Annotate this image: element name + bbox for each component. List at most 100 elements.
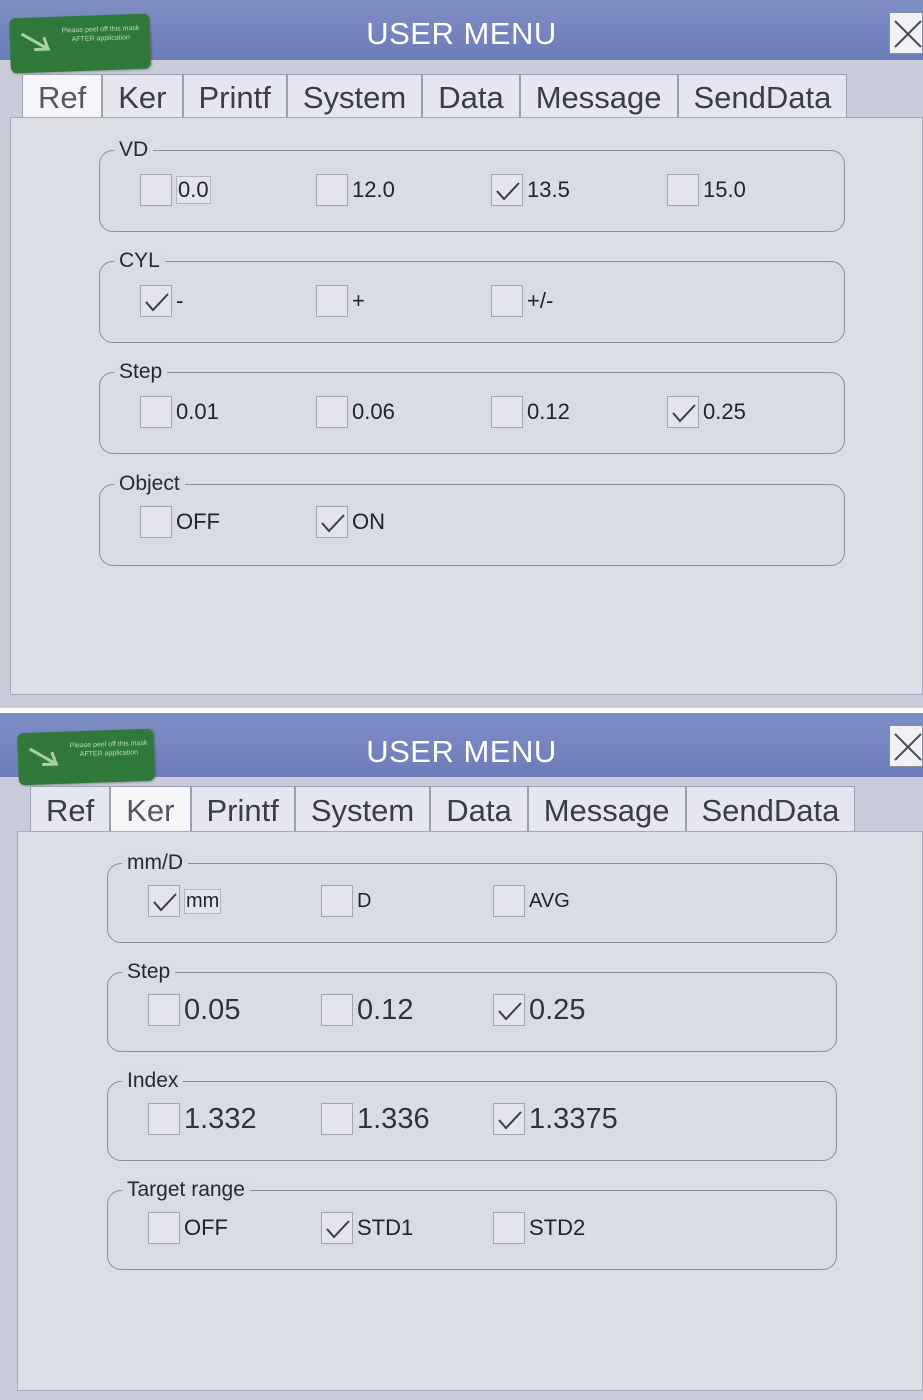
step-option-0-06[interactable]: 0.06 (316, 395, 395, 429)
option-label: AVG (529, 889, 570, 912)
mm-d-legend: mm/D (122, 851, 188, 875)
checkbox[interactable] (667, 174, 699, 206)
step-legend: Step (114, 360, 168, 384)
tab-message[interactable]: Message (519, 74, 678, 118)
object-option-off[interactable]: OFF (140, 505, 220, 539)
tab-senddata[interactable]: SendData (685, 786, 856, 832)
target-range-option-off[interactable]: OFF (148, 1211, 228, 1245)
vd-option-12-0[interactable]: 12.0 (316, 173, 395, 207)
tab-ker[interactable]: Ker (110, 786, 191, 832)
checkbox[interactable] (148, 1103, 180, 1135)
checkbox-checked[interactable] (493, 1103, 525, 1135)
checkbox[interactable] (140, 396, 172, 428)
target-range-option-std2[interactable]: STD2 (493, 1211, 585, 1245)
tab-bar: Ref Ker Printf System Data Message SendD… (30, 786, 856, 832)
ref-settings-panel: VD 0.0 12.0 13.5 15.0 CYL - + +/- Step 0… (10, 117, 923, 695)
option-label: OFF (176, 509, 220, 534)
user-menu-screen-ref: USER MENU Please peel off this mask AFTE… (0, 0, 923, 708)
object-option-on[interactable]: ON (316, 505, 385, 539)
step-group: Step 0.05 0.12 0.25 (107, 960, 837, 1052)
vd-option-13-5[interactable]: 13.5 (491, 173, 570, 207)
protective-film-sticker: Please peel off this mask AFTER applicat… (9, 13, 151, 74)
cyl-option-plus[interactable]: + (316, 284, 365, 318)
mm-d-group: mm/D mm D AVG (107, 851, 837, 943)
checkbox-checked[interactable] (491, 174, 523, 206)
mm-d-option-mm[interactable]: mm (148, 884, 222, 918)
vd-option-15-0[interactable]: 15.0 (667, 173, 746, 207)
option-label: 0.12 (357, 993, 414, 1026)
checkmark-icon (326, 1220, 350, 1239)
checkbox[interactable] (493, 1212, 525, 1244)
tab-message[interactable]: Message (527, 786, 686, 832)
option-label: 1.336 (357, 1102, 430, 1135)
mm-d-option-avg[interactable]: AVG (493, 884, 570, 918)
cyl-option-plus-minus[interactable]: +/- (491, 284, 553, 318)
index-option-1-3375[interactable]: 1.3375 (493, 1102, 618, 1136)
checkmark-icon (321, 514, 345, 533)
step-option-0-25[interactable]: 0.25 (667, 395, 746, 429)
checkbox[interactable] (491, 285, 523, 317)
tab-ref[interactable]: Ref (30, 786, 111, 832)
step-option-0-01[interactable]: 0.01 (140, 395, 219, 429)
option-label: - (176, 288, 184, 313)
tab-printf[interactable]: Printf (190, 786, 295, 832)
checkbox-checked[interactable] (667, 396, 699, 428)
checkbox[interactable] (321, 885, 353, 917)
close-button[interactable] (889, 12, 923, 54)
step-legend: Step (122, 960, 176, 984)
checkbox[interactable] (316, 285, 348, 317)
target-range-legend: Target range (122, 1178, 250, 1202)
checkbox[interactable] (321, 1103, 353, 1135)
checkbox-checked[interactable] (493, 994, 525, 1026)
checkbox-checked[interactable] (321, 1212, 353, 1244)
checkbox-checked[interactable] (148, 885, 180, 917)
close-button[interactable] (889, 725, 923, 767)
peel-arrow-icon (28, 747, 59, 767)
index-option-1-332[interactable]: 1.332 (148, 1102, 257, 1136)
option-label: 0.06 (352, 399, 395, 424)
checkbox[interactable] (148, 1212, 180, 1244)
option-label: STD1 (357, 1215, 414, 1240)
checkbox[interactable] (140, 174, 172, 206)
checkmark-icon (498, 1111, 522, 1130)
step-group: Step 0.01 0.06 0.12 0.25 (99, 360, 845, 454)
tab-data[interactable]: Data (430, 786, 528, 832)
checkbox[interactable] (316, 396, 348, 428)
step-option-0-05[interactable]: 0.05 (148, 993, 240, 1027)
vd-option-0-0[interactable]: 0.0 (140, 173, 211, 207)
checkbox[interactable] (316, 174, 348, 206)
checkbox[interactable] (140, 506, 172, 538)
index-group: Index 1.332 1.336 1.3375 (107, 1069, 837, 1161)
checkbox[interactable] (493, 885, 525, 917)
tab-ref[interactable]: Ref (22, 74, 103, 118)
tab-system[interactable]: System (286, 74, 423, 118)
option-label: mm (184, 888, 222, 914)
tab-senddata[interactable]: SendData (677, 74, 848, 118)
option-label: 0.25 (529, 993, 586, 1026)
target-range-option-std1[interactable]: STD1 (321, 1211, 413, 1245)
close-icon (894, 733, 922, 761)
tab-data[interactable]: Data (422, 74, 520, 118)
checkbox[interactable] (148, 994, 180, 1026)
checkmark-icon (496, 182, 520, 201)
option-label: +/- (527, 288, 554, 313)
checkmark-icon (498, 1002, 522, 1021)
checkmark-icon (145, 293, 169, 312)
step-option-0-25[interactable]: 0.25 (493, 993, 585, 1027)
mm-d-option-d[interactable]: D (321, 884, 371, 918)
checkbox[interactable] (491, 396, 523, 428)
index-option-1-336[interactable]: 1.336 (321, 1102, 430, 1136)
tab-ker[interactable]: Ker (102, 74, 183, 118)
cyl-option-minus[interactable]: - (140, 284, 183, 318)
checkbox[interactable] (321, 994, 353, 1026)
close-icon (894, 20, 922, 48)
checkbox-checked[interactable] (140, 285, 172, 317)
checkbox-checked[interactable] (316, 506, 348, 538)
tab-printf[interactable]: Printf (182, 74, 287, 118)
step-option-0-12[interactable]: 0.12 (321, 993, 413, 1027)
vd-legend: VD (114, 138, 154, 162)
tab-system[interactable]: System (294, 786, 431, 832)
object-group: Object OFF ON (99, 472, 845, 566)
step-option-0-12[interactable]: 0.12 (491, 395, 570, 429)
object-legend: Object (114, 472, 185, 496)
